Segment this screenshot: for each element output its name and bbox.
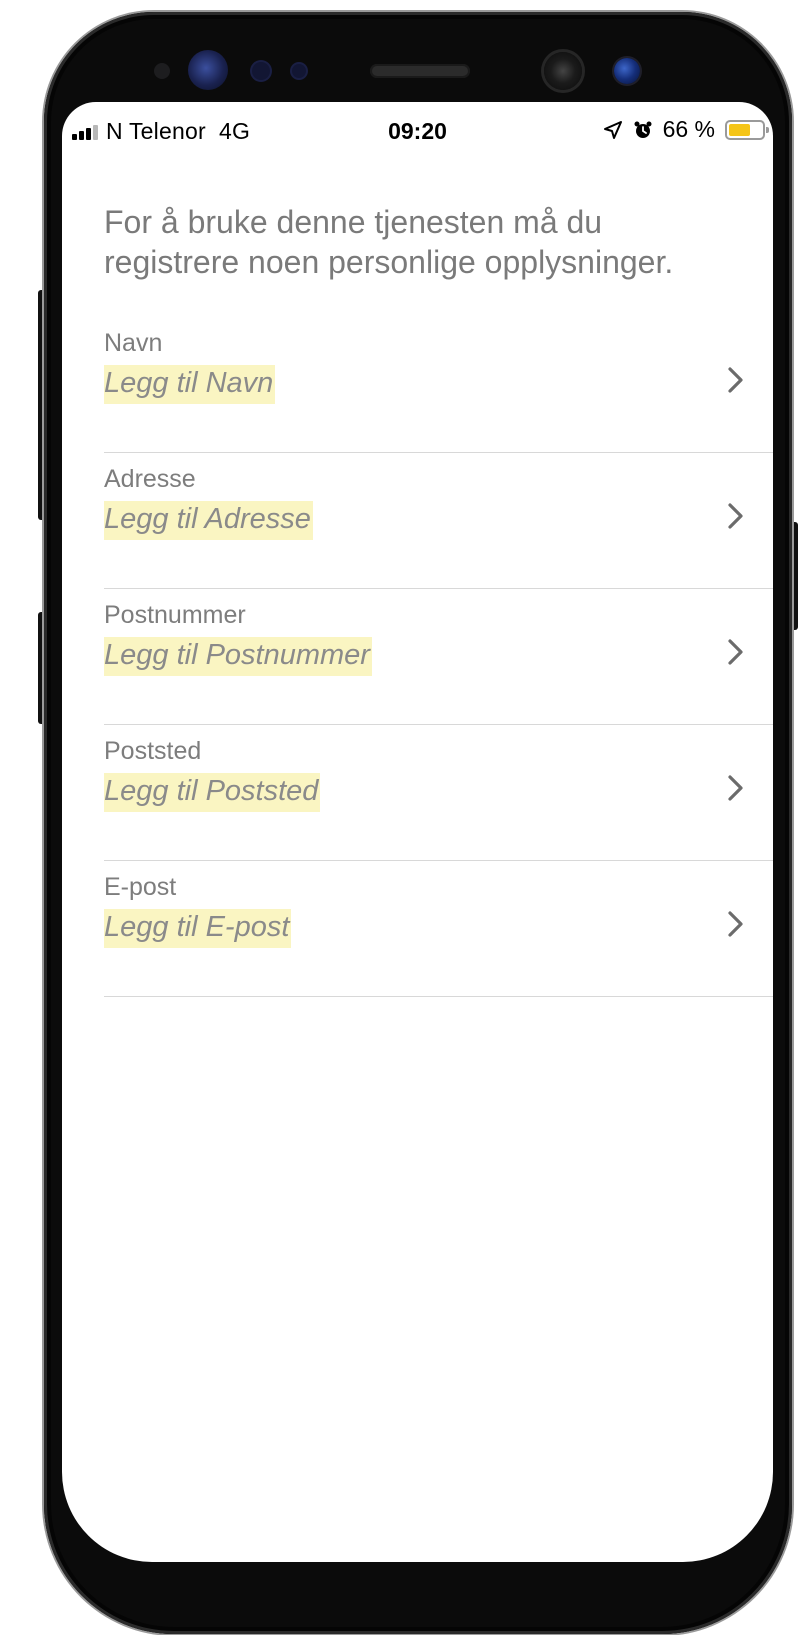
field-row-poststed[interactable]: Poststed Legg til Poststed: [104, 725, 773, 861]
location-icon: [603, 120, 622, 139]
battery-icon: [725, 119, 769, 140]
field-placeholder: Legg til E-post: [104, 909, 292, 948]
proximity-sensor: [252, 62, 270, 80]
device-frame: N Telenor 4G 09:20 66 % For å bruke denn…: [0, 0, 807, 1635]
field-placeholder: Legg til Adresse: [104, 501, 313, 540]
personal-info-list: Navn Legg til Navn Adresse Legg til Adre…: [104, 317, 773, 997]
chevron-right-icon: [728, 503, 743, 529]
chevron-right-icon: [728, 911, 743, 937]
battery-level-fill: [729, 123, 751, 136]
field-row-postnummer[interactable]: Postnummer Legg til Postnummer: [104, 589, 773, 725]
field-label: Postnummer: [104, 601, 246, 629]
field-row-epost[interactable]: E-post Legg til E-post: [104, 861, 773, 997]
field-placeholder: Legg til Postnummer: [104, 637, 372, 676]
phone-screen: N Telenor 4G 09:20 66 % For å bruke denn…: [62, 102, 773, 1562]
chevron-right-icon: [728, 639, 743, 665]
status-indicators: 66 %: [603, 116, 769, 143]
earpiece-speaker: [370, 64, 470, 78]
iris-camera: [614, 58, 640, 84]
intro-text: For å bruke denne tjenesten må du regist…: [104, 204, 674, 280]
field-label: E-post: [104, 873, 177, 901]
field-label: Poststed: [104, 737, 202, 765]
chevron-right-icon: [728, 367, 743, 393]
field-placeholder: Legg til Poststed: [104, 773, 321, 812]
alarm-icon: [634, 121, 652, 138]
battery-tip: [766, 126, 769, 133]
field-label: Navn: [104, 329, 163, 357]
battery-percent: 66 %: [662, 116, 715, 142]
front-camera: [544, 52, 582, 90]
light-sensor: [154, 63, 170, 79]
field-placeholder: Legg til Navn: [104, 365, 276, 404]
field-row-navn[interactable]: Navn Legg til Navn: [104, 317, 773, 453]
status-bar: N Telenor 4G 09:20 66 %: [62, 102, 773, 158]
iris-scanner: [188, 50, 228, 90]
proximity-sensor-small: [292, 64, 306, 78]
field-row-adresse[interactable]: Adresse Legg til Adresse: [104, 453, 773, 589]
chevron-right-icon: [728, 775, 743, 801]
field-label: Adresse: [104, 465, 196, 493]
